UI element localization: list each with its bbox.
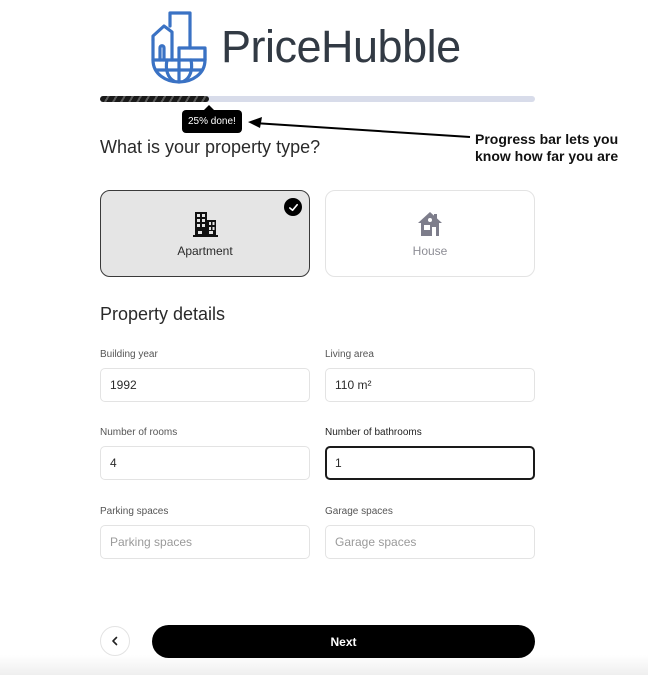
garage-spaces-label: Garage spaces [325, 506, 393, 517]
rooms-label: Number of rooms [100, 427, 178, 438]
building-year-input[interactable] [100, 368, 310, 402]
annotation-text: Progress bar lets you know how far you a… [475, 131, 645, 165]
living-area-input[interactable] [325, 368, 535, 402]
garage-spaces-input[interactable] [325, 525, 535, 559]
brand-logo: PriceHubble [150, 10, 461, 84]
brand-name: PriceHubble [221, 21, 461, 72]
next-button[interactable]: Next [152, 625, 535, 658]
progress-bar [100, 96, 535, 102]
property-type-heading: What is your property type? [100, 137, 321, 157]
house-label: House [412, 243, 448, 258]
annotation-line-1: Progress bar lets you [475, 131, 619, 147]
property-type-house[interactable]: House [325, 190, 535, 277]
progress-fill [100, 96, 209, 102]
bottom-fade [0, 655, 648, 675]
chevron-left-icon [112, 636, 118, 646]
building-globe-shield-icon [151, 11, 207, 84]
checkmark-icon [284, 198, 302, 216]
living-area-label: Living area [325, 349, 374, 360]
parking-spaces-label: Parking spaces [100, 506, 169, 517]
house-icon [418, 211, 442, 236]
bathrooms-label: Number of bathrooms [325, 427, 422, 438]
parking-spaces-input[interactable] [100, 525, 310, 559]
back-button[interactable] [100, 626, 130, 656]
apartment-label: Apartment [177, 243, 233, 258]
annotation-line-2: know how far you are [475, 148, 619, 164]
progress-tooltip: 25% done! [182, 105, 242, 133]
property-type-apartment[interactable]: Apartment [100, 190, 310, 277]
building-year-label: Building year [100, 349, 158, 360]
bathrooms-input[interactable] [325, 446, 535, 480]
apartment-building-icon [193, 211, 218, 237]
property-details-heading: Property details [100, 304, 226, 324]
rooms-input[interactable] [100, 446, 310, 480]
